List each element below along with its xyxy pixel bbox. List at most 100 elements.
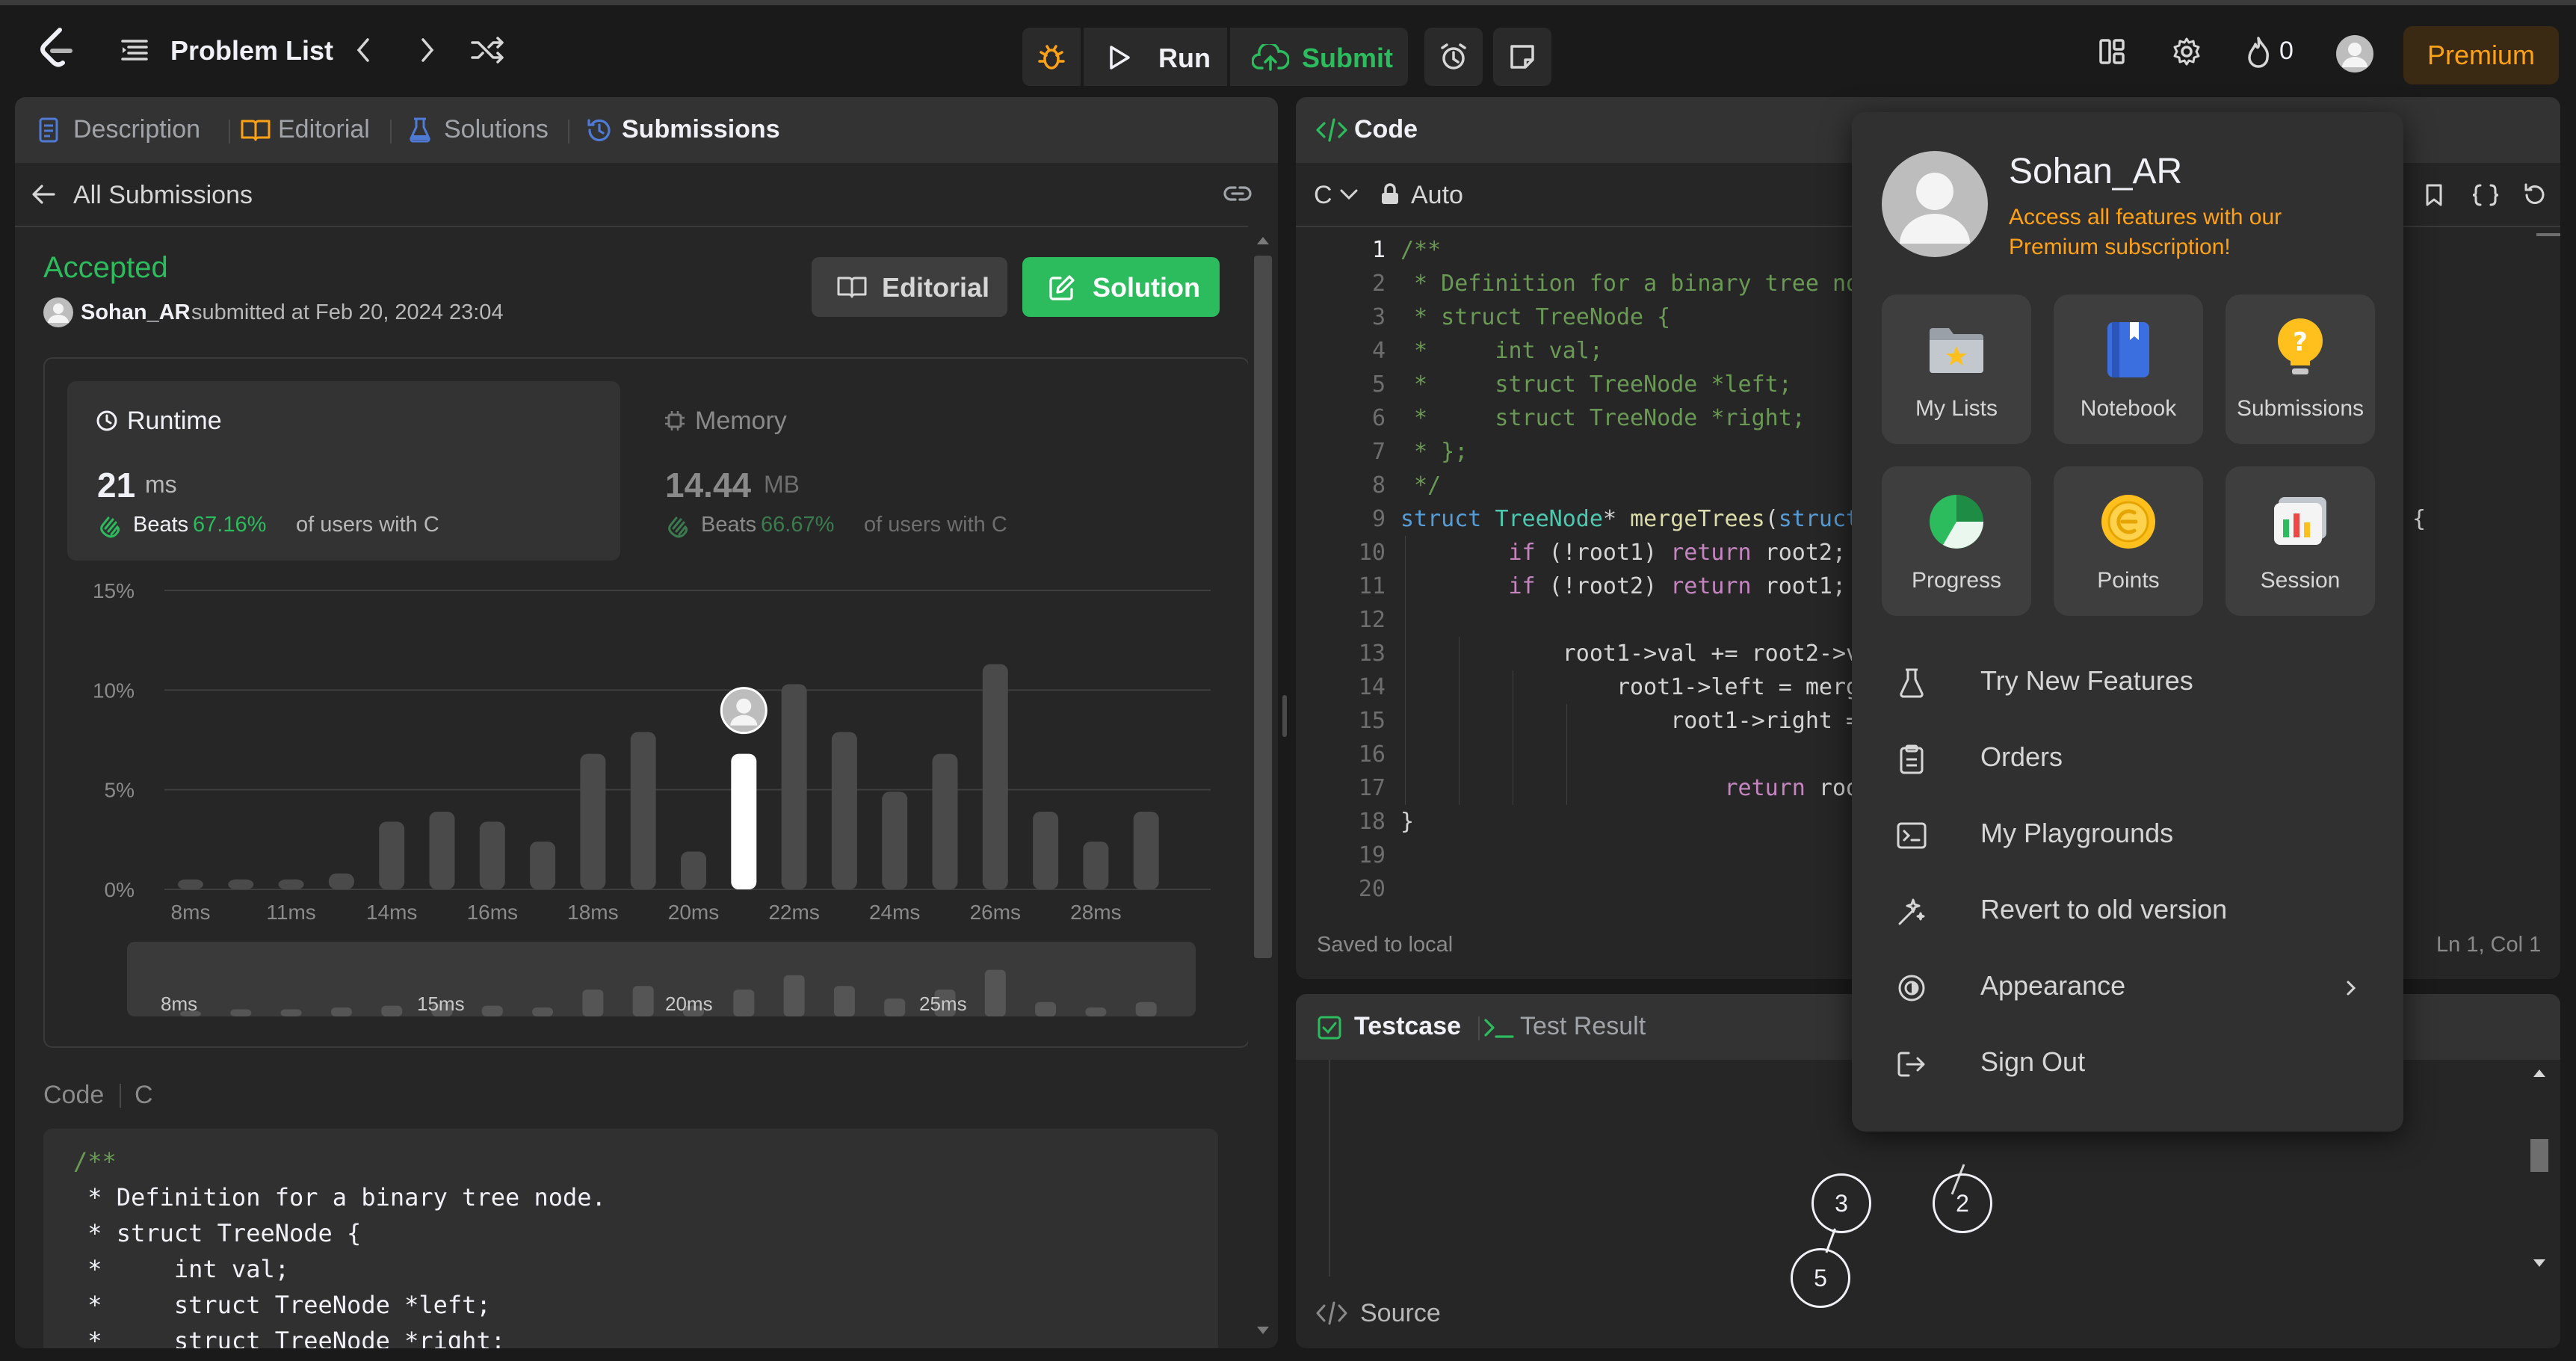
- left-scrollbar-thumb[interactable]: [1254, 256, 1272, 958]
- code-tab-title[interactable]: Code: [1354, 115, 1418, 144]
- runtime-card[interactable]: Runtime 21 ms Beats 67.16% of users with…: [67, 381, 620, 561]
- settings-gear-icon[interactable]: [2170, 35, 2203, 68]
- all-submissions-link[interactable]: All Submissions: [73, 181, 253, 210]
- testcase-scrollbar-thumb[interactable]: [2530, 1139, 2548, 1172]
- x-tick-label: 24ms: [869, 901, 920, 924]
- runtime-overview-slider[interactable]: 8ms 15ms 20ms 25ms: [127, 942, 1196, 1016]
- tab-editorial[interactable]: Editorial: [278, 115, 370, 144]
- clap-hands-icon: [664, 510, 694, 540]
- dropdown-avatar[interactable]: [1882, 151, 1988, 257]
- dropdown-username[interactable]: Sohan_AR: [2009, 151, 2182, 192]
- debug-button[interactable]: [1022, 28, 1081, 86]
- tab-test-result[interactable]: Test Result: [1520, 1012, 1646, 1041]
- scroll-up-arrow-icon[interactable]: [2533, 1069, 2545, 1078]
- tree-node-value: 2: [1956, 1189, 1969, 1217]
- chevron-down-icon[interactable]: [1338, 187, 1360, 202]
- memory-unit: MB: [764, 471, 800, 498]
- auto-mode-label[interactable]: Auto: [1411, 181, 1463, 210]
- overview-bar: [1135, 1002, 1157, 1016]
- editor-code-line: return roo: [1724, 775, 1860, 801]
- magic-wand-icon: [1897, 897, 1927, 927]
- reset-icon[interactable]: [2521, 182, 2548, 208]
- back-arrow-icon[interactable]: [28, 179, 58, 209]
- link-icon[interactable]: [1221, 179, 1254, 209]
- menu-revert-old-version[interactable]: Revert to old version: [1897, 882, 2375, 942]
- menu-appearance[interactable]: Appearance: [1897, 958, 2375, 1018]
- menu-label: Appearance: [1980, 970, 2126, 1001]
- submitter-avatar: [43, 297, 73, 327]
- editor-code-line: * };: [1400, 439, 1468, 465]
- submit-button[interactable]: Submit: [1230, 28, 1408, 86]
- code-line: * struct TreeNode *right;: [73, 1327, 505, 1348]
- overview-label: 25ms: [919, 993, 967, 1015]
- chart-bar: [328, 873, 354, 889]
- overview-label: 8ms: [161, 993, 197, 1015]
- left-scrollbar-track[interactable]: [1248, 226, 1278, 1348]
- line-number: 10: [1358, 540, 1386, 566]
- indent-guide: [1459, 738, 1460, 771]
- memory-beats-suffix: of users with C: [864, 513, 1007, 537]
- language-select[interactable]: C: [1314, 181, 1332, 210]
- overview-bar: [1085, 1007, 1107, 1016]
- indent-guide: [1405, 570, 1406, 603]
- scroll-up-arrow-icon[interactable]: [1257, 236, 1269, 245]
- overview-bar: [733, 990, 755, 1016]
- prev-problem-icon[interactable]: [348, 35, 378, 65]
- y-tick-label: 5%: [105, 779, 135, 802]
- y-tick-label: 15%: [93, 583, 135, 602]
- y-tick-label: 10%: [93, 679, 135, 702]
- scroll-down-arrow-icon[interactable]: [2533, 1259, 2545, 1268]
- menu-my-playgrounds[interactable]: My Playgrounds: [1897, 806, 2375, 865]
- tile-submissions[interactable]: ? Submissions: [2226, 294, 2375, 444]
- menu-sign-out[interactable]: Sign Out: [1897, 1034, 2375, 1094]
- run-button[interactable]: Run: [1084, 28, 1227, 86]
- vertical-splitter[interactable]: [1282, 695, 1287, 737]
- bookmark-icon[interactable]: [2423, 182, 2445, 208]
- premium-promo-line2[interactable]: Premium subscription!: [2009, 235, 2231, 260]
- premium-button[interactable]: Premium: [2403, 26, 2559, 84]
- menu-try-new-features[interactable]: Try New Features: [1897, 653, 2375, 713]
- memory-card[interactable]: Memory 14.44 MB Beats 66.67% of users wi…: [635, 381, 1188, 561]
- tab-testcase[interactable]: Testcase: [1354, 1012, 1461, 1041]
- format-braces-icon[interactable]: [2471, 182, 2501, 208]
- tab-submissions[interactable]: Submissions: [622, 115, 780, 144]
- overview-label: 15ms: [417, 993, 465, 1015]
- line-number: 2: [1371, 271, 1386, 297]
- submitted-at: submitted at Feb 20, 2024 23:04: [191, 300, 504, 324]
- overview-bar: [884, 999, 906, 1016]
- tab-solutions[interactable]: Solutions: [444, 115, 549, 144]
- premium-promo-line1[interactable]: Access all features with our: [2009, 205, 2282, 230]
- notes-button[interactable]: [1493, 28, 1551, 86]
- tree-node: 5: [1791, 1248, 1850, 1308]
- runtime-beats-suffix: of users with C: [296, 513, 439, 537]
- tile-notebook[interactable]: Notebook: [2054, 294, 2203, 444]
- submitter-name[interactable]: Sohan_AR: [81, 300, 191, 325]
- testcase-scrollbar[interactable]: [2524, 1066, 2554, 1275]
- next-problem-icon[interactable]: [413, 35, 442, 65]
- leetcode-logo-icon[interactable]: [34, 26, 78, 70]
- problem-list-link[interactable]: Problem List: [170, 35, 333, 67]
- tile-points[interactable]: Points: [2054, 466, 2203, 616]
- streak-fire-icon[interactable]: [2242, 34, 2275, 70]
- tile-my-lists[interactable]: My Lists: [1882, 294, 2031, 444]
- solution-button[interactable]: Solution: [1022, 257, 1220, 317]
- scroll-down-arrow-icon[interactable]: [1257, 1326, 1269, 1335]
- user-avatar[interactable]: [2336, 35, 2373, 72]
- layout-icon[interactable]: [2095, 35, 2128, 68]
- submitted-code-block[interactable]: /** * Definition for a binary tree node.…: [43, 1129, 1218, 1348]
- problem-list-icon[interactable]: [118, 34, 151, 67]
- source-toggle[interactable]: Source: [1360, 1299, 1441, 1328]
- tab-description[interactable]: Description: [73, 115, 200, 144]
- tile-progress[interactable]: Progress: [1882, 466, 2031, 616]
- bug-icon: [1035, 40, 1068, 73]
- timer-button[interactable]: [1424, 28, 1483, 86]
- editorial-book-icon: [241, 118, 271, 142]
- runtime-distribution-chart[interactable]: 15% 10% 5% 0% 8ms 11ms 14ms 16ms 18ms 20ms 22ms 24m…: [45, 583, 1241, 927]
- streak-count: 0: [2279, 37, 2294, 65]
- chevron-right-icon: [2342, 978, 2360, 999]
- submit-label: Submit: [1302, 43, 1393, 73]
- editorial-button[interactable]: Editorial: [812, 257, 1007, 317]
- menu-orders[interactable]: Orders: [1897, 729, 2375, 789]
- shuffle-icon[interactable]: [469, 35, 507, 65]
- tile-session[interactable]: Session: [2226, 466, 2375, 616]
